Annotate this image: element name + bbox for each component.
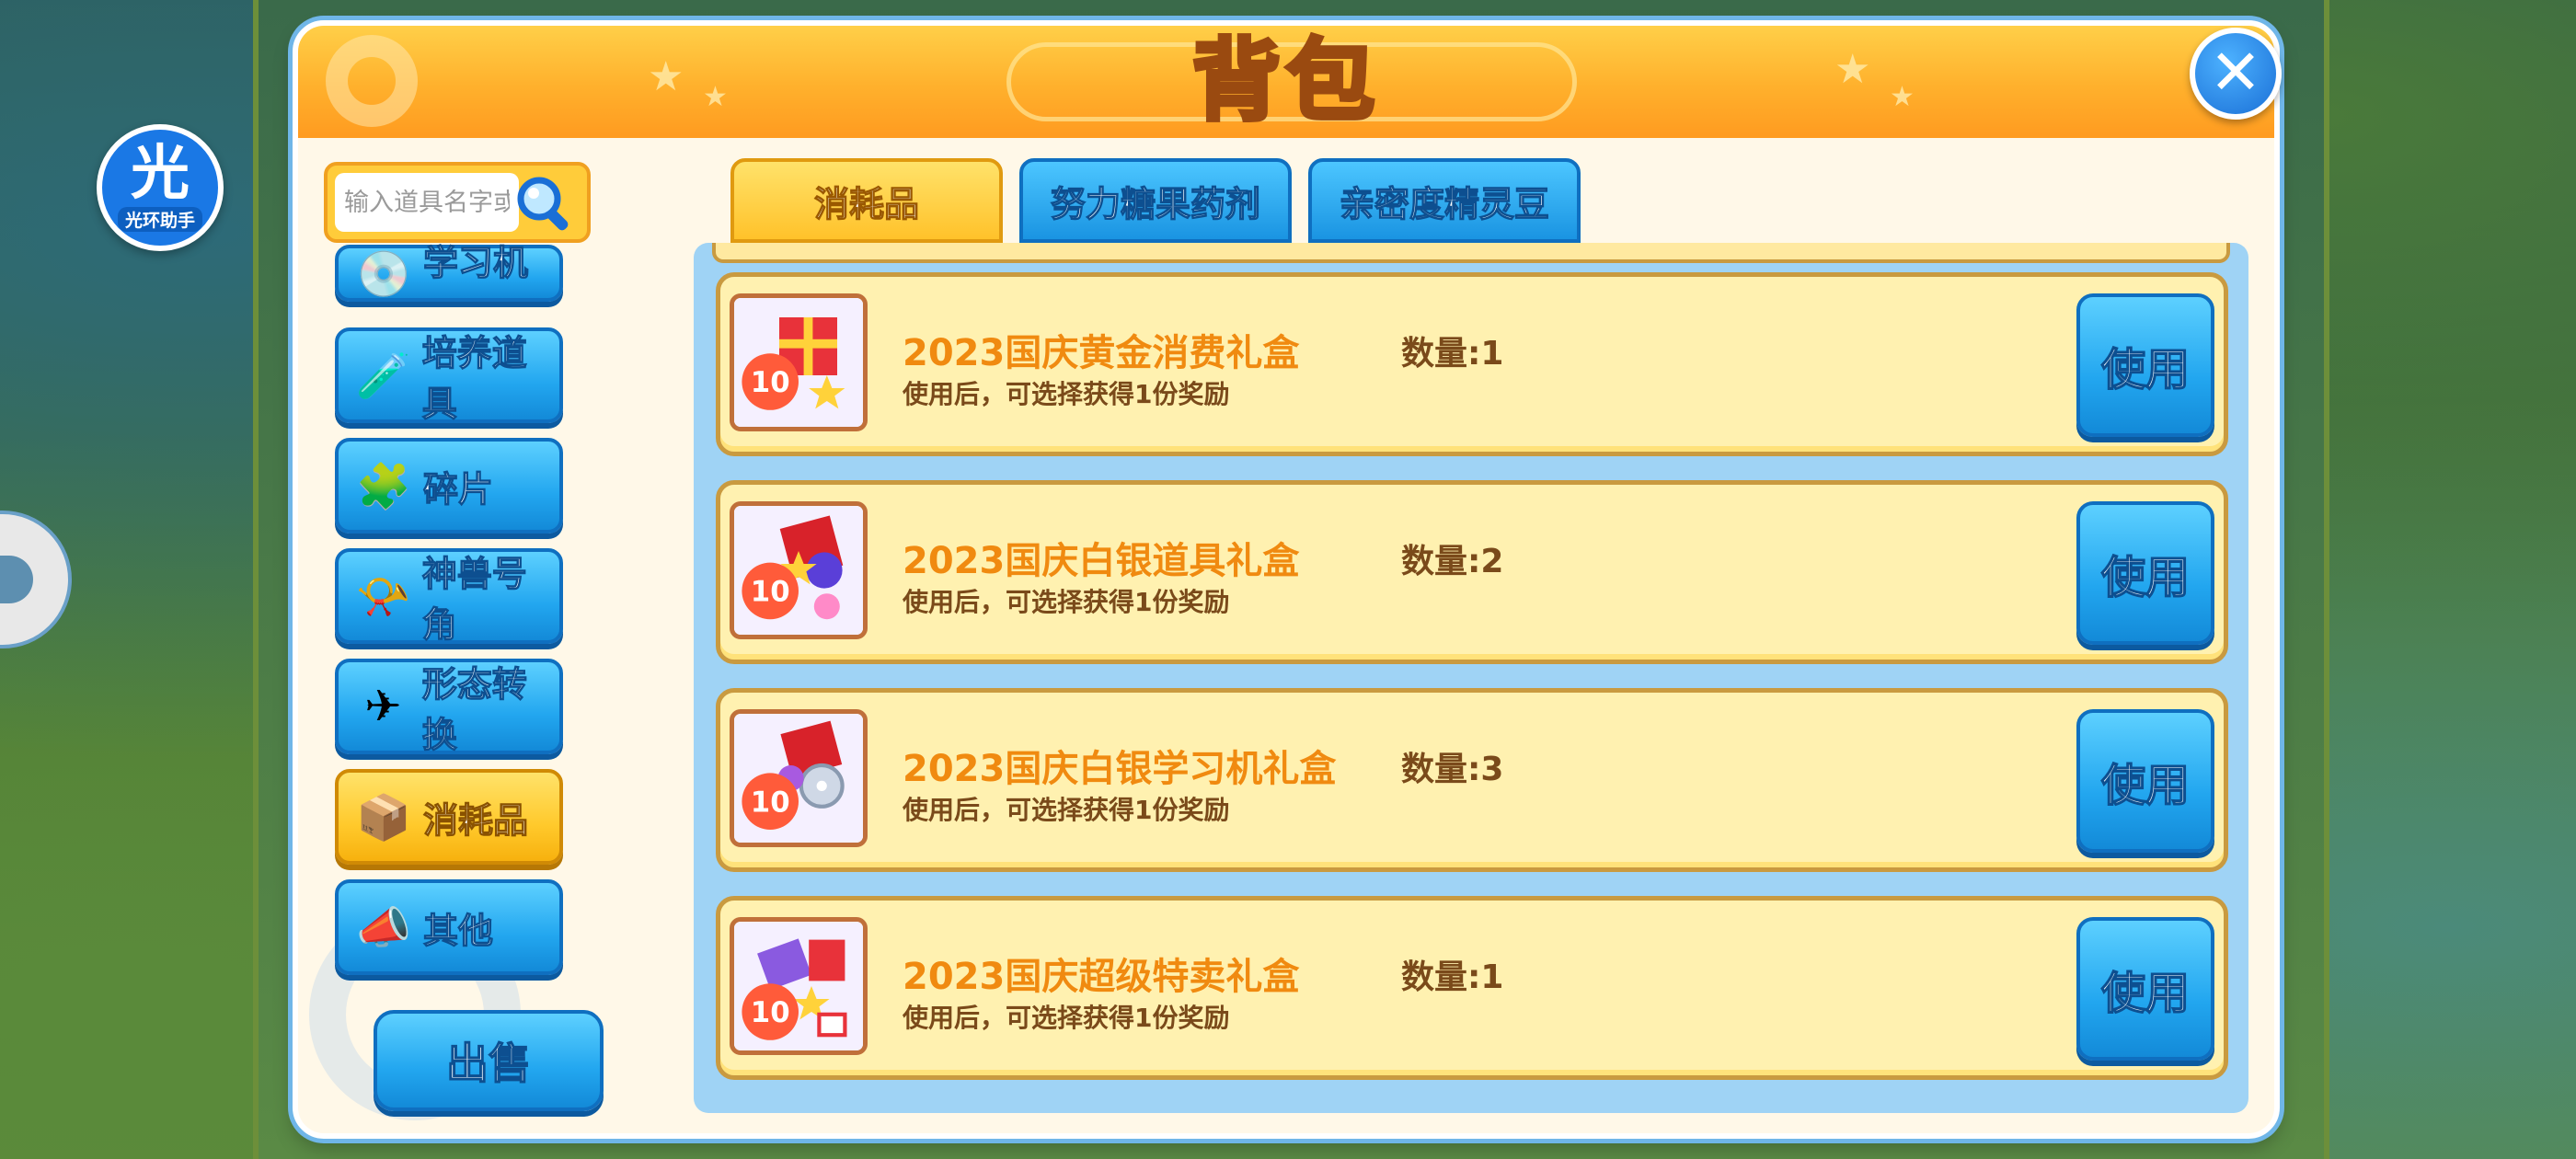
category-label: 神兽号角 [421,553,527,645]
helper-logo-glyph: 光 [131,139,190,208]
disc-icon: 💿 [356,247,411,300]
megaphone-icon: 📣 [356,901,411,954]
category-label: 其他 [422,910,494,951]
category-item-other[interactable]: 📣 其他 [335,879,563,975]
category-item-horn[interactable]: 📯 神兽号角 [335,548,563,646]
svg-text:10: 10 [751,996,790,1029]
potion-icon: 🧪 [355,350,411,402]
gold-gift-box-icon: 10 [730,293,868,431]
category-label: 培养道具 [421,332,527,424]
item-name: 2023国庆白银道具礼盒 [903,540,1300,582]
search-box [324,162,591,243]
category-item-learning-machine[interactable]: 💿 学习机 [335,242,563,302]
category-label: 形态转换 [421,663,527,755]
puzzle-piece-icon: 🧩 [356,460,411,512]
box-icon: 📦 [356,791,411,843]
category-label: 碎片 [422,468,494,510]
use-button[interactable]: 使用 [2076,293,2214,437]
use-button[interactable]: 使用 [2076,709,2214,853]
item-quantity: 数量:1 [1401,958,1504,996]
helper-label: 光环助手 [117,206,202,232]
category-label: 消耗品 [422,799,529,841]
svg-text:10: 10 [751,576,790,609]
list-item: 10 2023国庆超级特卖礼盒 使用后，可选择获得1份奖励 数量:1 使用 [716,896,2228,1080]
page-title: 背包 [1190,29,1380,132]
horn-icon: 📯 [355,570,411,623]
tab-consumables[interactable]: 消耗品 [730,158,1003,243]
silver-gift-box-icon: 10 [730,501,868,639]
item-description: 使用后，可选择获得1份奖励 [903,587,1230,617]
panel-header: ★ ★ ★ ★ 背包 [298,26,2274,138]
item-quantity: 数量:1 [1401,335,1504,373]
list-item: 10 2023国庆白银学习机礼盒 使用后，可选择获得1份奖励 数量:3 使用 [716,688,2228,872]
use-button[interactable]: 使用 [2076,917,2214,1061]
category-item-consumables[interactable]: 📦 消耗品 [335,769,563,865]
search-icon[interactable] [512,171,578,237]
use-button[interactable]: 使用 [2076,501,2214,645]
close-button[interactable]: ✕ [2190,28,2282,120]
search-input[interactable] [335,173,519,232]
category-label: 学习机 [422,242,529,283]
category-item-training[interactable]: 🧪 培养道具 [335,327,563,425]
item-quantity: 数量:2 [1401,543,1504,580]
item-name: 2023国庆超级特卖礼盒 [903,956,1300,998]
item-name: 2023国庆黄金消费礼盒 [903,332,1300,374]
item-name: 2023国庆白银学习机礼盒 [903,748,1337,790]
svg-text:10: 10 [751,786,790,819]
silver-disc-gift-box-icon: 10 [730,709,868,847]
category-item-fragments[interactable]: 🧩 碎片 [335,438,563,534]
tab-intimacy-beans[interactable]: 亲密度精灵豆 [1308,158,1581,243]
item-description: 使用后，可选择获得1份奖励 [903,379,1230,409]
helper-float-button[interactable]: 光 光环助手 [97,124,224,251]
paper-plane-icon: ✈ [364,681,402,732]
item-description: 使用后，可选择获得1份奖励 [903,1003,1230,1033]
list-item: 10 2023国庆黄金消费礼盒 使用后，可选择获得1份奖励 数量:1 使用 [716,272,2228,456]
item-description: 使用后，可选择获得1份奖励 [903,795,1230,825]
sell-button[interactable]: 出售 [374,1010,604,1111]
super-sale-gift-box-icon: 10 [730,917,868,1055]
item-list: 10 2023国庆黄金消费礼盒 使用后，可选择获得1份奖励 数量:1 使用 10… [694,243,2248,1113]
list-item: 10 2023国庆白银道具礼盒 使用后，可选择获得1份奖励 数量:2 使用 [716,480,2228,664]
svg-text:10: 10 [751,366,790,399]
tab-effort-candy[interactable]: 努力糖果药剂 [1019,158,1292,243]
backpack-panel: ★ ★ ★ ★ 背包 ✕ 💿 学习机 🧪 培养道具 🧩 碎片 📯 [293,20,2282,1139]
close-icon: ✕ [2209,37,2262,109]
item-quantity: 数量:3 [1401,751,1504,788]
category-item-form-change[interactable]: ✈ 形态转换 [335,659,563,756]
